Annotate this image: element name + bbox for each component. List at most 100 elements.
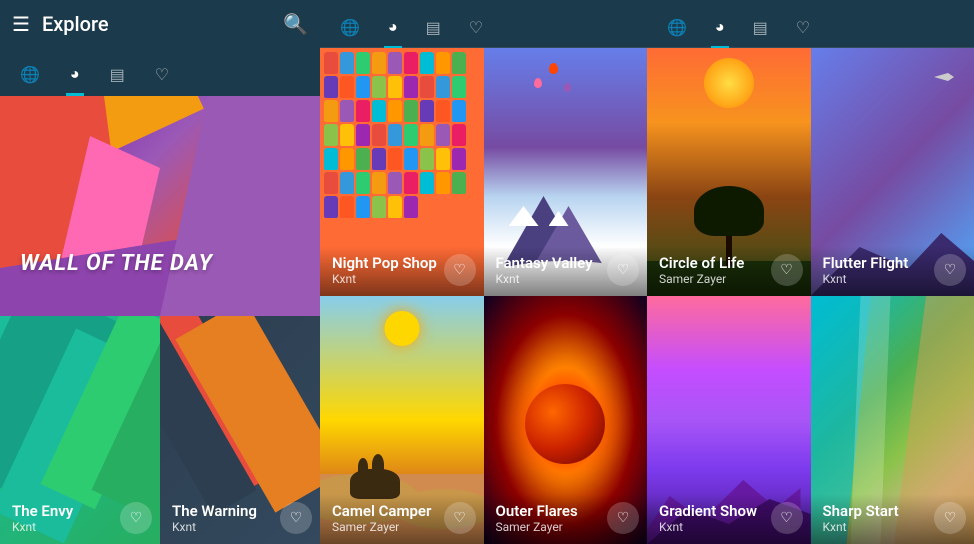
right-tab-heart[interactable]: ♡	[796, 18, 810, 47]
fantasy-title: Fantasy Valley	[496, 254, 608, 272]
outer-title: Outer Flares	[496, 502, 608, 520]
tab-heart[interactable]: ♡	[155, 65, 169, 94]
tree-crown	[694, 186, 764, 236]
popsicle-item	[388, 148, 402, 170]
popsicle-item	[420, 52, 434, 74]
gradient-info: Gradient Show Kxnt	[659, 502, 771, 534]
popsicle-item	[372, 52, 386, 74]
tab-compass[interactable]: ◕	[70, 64, 80, 94]
popsicle-item	[324, 124, 338, 146]
ff-plane	[934, 73, 954, 81]
popsicle-item	[372, 196, 386, 218]
tab-gallery[interactable]: ▤	[110, 65, 125, 94]
night-pop-card[interactable]: Night Pop Shop Kxnt ♡	[320, 48, 484, 296]
popsicle-item	[420, 76, 434, 98]
camel-camper-card[interactable]: Camel Camper Samer Zayer ♡	[320, 296, 484, 544]
sharp-info: Sharp Start Kxnt	[823, 502, 935, 534]
fantasy-info: Fantasy Valley Kxnt	[496, 254, 608, 286]
mid-tab-compass[interactable]: ◕	[388, 17, 398, 47]
circle-info: Circle of Life Samer Zayer	[659, 254, 771, 286]
camel-heart[interactable]: ♡	[444, 502, 476, 534]
wall-of-day-label: WALL OF THE DAY	[20, 251, 213, 276]
top-bar: ☰ Explore 🔍	[0, 0, 320, 48]
hamburger-icon[interactable]: ☰	[12, 12, 30, 36]
balloon-2	[549, 63, 558, 74]
popsicle-item	[388, 52, 402, 74]
popsicle-item	[420, 100, 434, 122]
right-tab-globe[interactable]: 🌐	[667, 18, 687, 47]
mid-tab-gallery[interactable]: ▤	[426, 18, 441, 47]
right-tab-gallery[interactable]: ▤	[753, 18, 768, 47]
popsicle-item	[340, 100, 354, 122]
middle-panel: 🌐 ◕ ▤ ♡ Night Pop Shop Kxnt ♡	[320, 0, 647, 544]
popsicle-item	[324, 100, 338, 122]
fantasy-author: Kxnt	[496, 272, 608, 286]
the-warning-heart[interactable]: ♡	[280, 502, 312, 534]
the-envy-heart[interactable]: ♡	[120, 502, 152, 534]
left-panel: ☰ Explore 🔍 🌐 ◕ ▤ ♡ WALL OF THE DAY The …	[0, 0, 320, 544]
the-envy-card[interactable]: The Envy Kxnt ♡	[0, 316, 160, 544]
wall-shape-5	[160, 96, 320, 316]
popsicle-item	[372, 172, 386, 194]
popsicle-item	[372, 100, 386, 122]
gradient-show-card[interactable]: Gradient Show Kxnt ♡	[647, 296, 811, 544]
popsicle-item	[324, 76, 338, 98]
tab-globe[interactable]: 🌐	[20, 65, 40, 94]
circle-of-life-card[interactable]: Circle of Life Samer Zayer ♡	[647, 48, 811, 296]
sharp-author: Kxnt	[823, 520, 935, 534]
popsicle-item	[404, 172, 418, 194]
popsicle-item	[340, 196, 354, 218]
popsicle-item	[340, 52, 354, 74]
the-warning-author: Kxnt	[172, 520, 280, 534]
page-title: Explore	[42, 12, 271, 36]
popsicle-item	[452, 148, 466, 170]
mid-tab-globe[interactable]: 🌐	[340, 18, 360, 47]
popsicle-item	[372, 148, 386, 170]
balloon-3	[564, 83, 571, 92]
popsicle-item	[452, 124, 466, 146]
popsicle-item	[372, 76, 386, 98]
right-panel: 🌐 ◕ ▤ ♡ Circle of Life Samer Zayer ♡ Flu…	[647, 0, 974, 544]
popsicle-item	[388, 172, 402, 194]
popsicle-item	[404, 196, 418, 218]
camel-sun	[384, 311, 419, 346]
fantasy-valley-card[interactable]: Fantasy Valley Kxnt ♡	[484, 48, 648, 296]
fantasy-heart[interactable]: ♡	[607, 254, 639, 286]
popsicle-item	[356, 196, 370, 218]
night-pop-heart[interactable]: ♡	[444, 254, 476, 286]
mid-tab-heart[interactable]: ♡	[469, 18, 483, 47]
popsicle-item	[388, 124, 402, 146]
camel-hump	[358, 458, 368, 476]
flutter-flight-card[interactable]: Flutter Flight Kxnt ♡	[811, 48, 974, 296]
outer-heart[interactable]: ♡	[607, 502, 639, 534]
flutter-heart[interactable]: ♡	[934, 254, 966, 286]
wall-of-day[interactable]: WALL OF THE DAY	[0, 96, 320, 316]
tab-bar-mid: 🌐 ◕ ▤ ♡	[320, 0, 647, 48]
sharp-start-card[interactable]: Sharp Start Kxnt ♡	[811, 296, 974, 544]
popsicle-item	[404, 148, 418, 170]
mid-grid: Night Pop Shop Kxnt ♡ Fantasy Valley Kxn…	[320, 48, 647, 544]
sharp-heart[interactable]: ♡	[934, 502, 966, 534]
planet	[525, 384, 605, 464]
popsicle-item	[356, 76, 370, 98]
camel-hump2	[372, 454, 384, 476]
gradient-heart[interactable]: ♡	[771, 502, 803, 534]
the-envy-title: The Envy	[12, 502, 120, 520]
popsicle-item	[388, 196, 402, 218]
popsicle-item	[340, 76, 354, 98]
the-warning-title: The Warning	[172, 502, 280, 520]
right-tab-compass[interactable]: ◕	[715, 17, 725, 47]
popsicle-item	[388, 100, 402, 122]
gradient-title: Gradient Show	[659, 502, 771, 520]
bottom-grid: The Envy Kxnt ♡ The Warning Kxnt ♡	[0, 316, 320, 544]
popsicle-item	[420, 148, 434, 170]
search-icon[interactable]: 🔍	[283, 12, 308, 36]
outer-flares-card[interactable]: Outer Flares Samer Zayer ♡	[484, 296, 648, 544]
circle-heart[interactable]: ♡	[771, 254, 803, 286]
the-warning-card[interactable]: The Warning Kxnt ♡	[160, 316, 320, 544]
circle-author: Samer Zayer	[659, 272, 771, 286]
popsicle-item	[388, 76, 402, 98]
popsicle-item	[356, 172, 370, 194]
popsicle-item	[356, 100, 370, 122]
circle-sun	[704, 58, 754, 108]
